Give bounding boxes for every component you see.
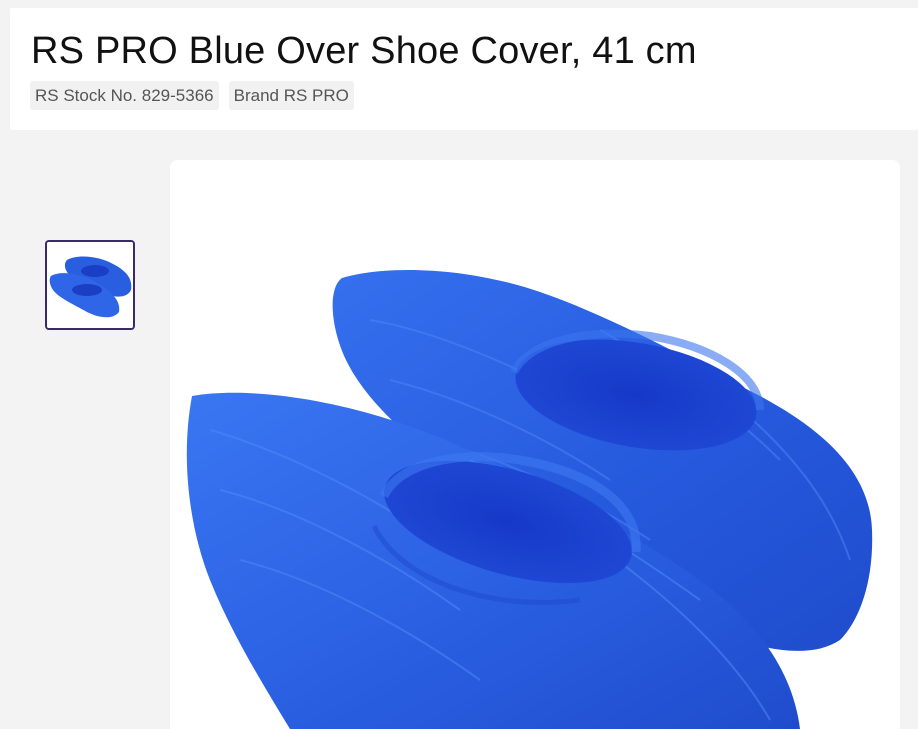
product-main-image [170,160,900,729]
product-meta: RS Stock No. 829-5366 Brand RS PRO [30,81,354,110]
brand-badge[interactable]: Brand RS PRO [228,81,354,110]
shoe-cover-thumbnail-image [47,242,133,328]
blue-shoe-covers-photo [170,160,900,729]
stock-number-badge: RS Stock No. 829-5366 [30,81,219,110]
product-title: RS PRO Blue Over Shoe Cover, 41 cm [31,30,697,72]
gallery-thumbnail[interactable] [45,240,135,330]
product-header: RS PRO Blue Over Shoe Cover, 41 cm RS St… [10,8,918,130]
